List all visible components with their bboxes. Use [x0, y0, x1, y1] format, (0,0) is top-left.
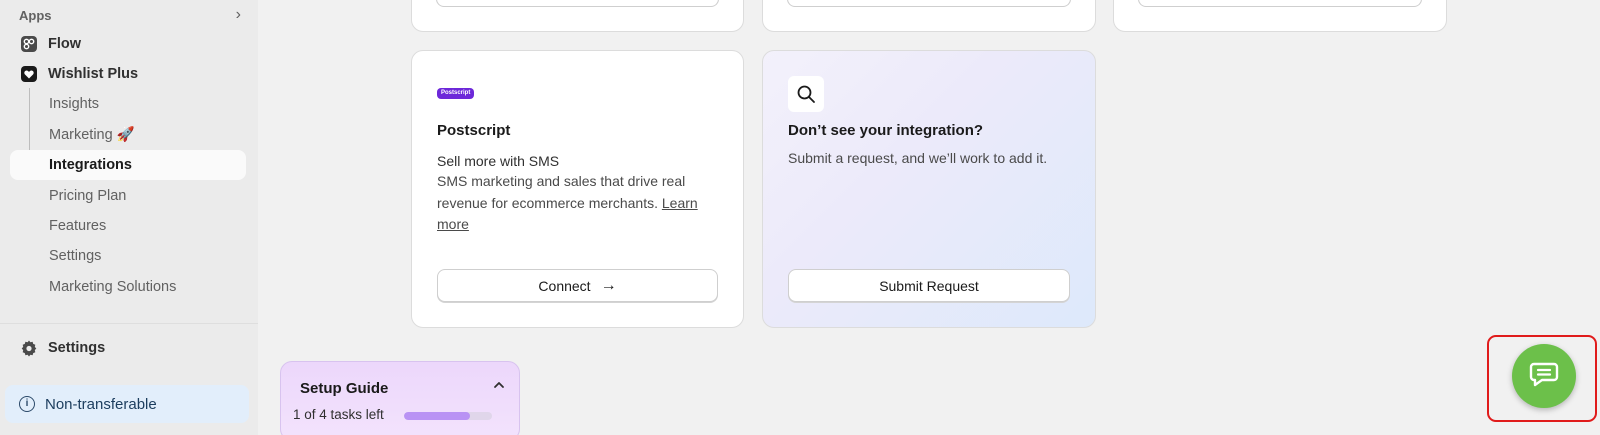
sidebar-item-features[interactable]: Features	[10, 211, 246, 241]
card-button-edge[interactable]	[1138, 0, 1422, 7]
heart-icon	[20, 65, 38, 83]
sidebar-item-label: Marketing 🚀	[49, 126, 135, 143]
card-description-text: SMS marketing and sales that drive real …	[437, 173, 686, 211]
request-integration-card: Don’t see your integration? Submit a req…	[762, 50, 1096, 328]
sidebar-item-settings[interactable]: Settings	[10, 333, 246, 363]
card-title: Don’t see your integration?	[788, 122, 984, 139]
arrow-right-icon: →	[600, 276, 617, 294]
non-transferable-label: Non-transferable	[45, 395, 157, 413]
sidebar: Apps › Flow Wishlist Plus Insights Marke…	[0, 0, 258, 435]
card-button-edge[interactable]	[787, 0, 1071, 7]
card-button-edge[interactable]	[436, 0, 719, 7]
info-icon: i	[19, 396, 35, 412]
chat-icon	[1529, 361, 1559, 392]
submit-request-button[interactable]: Submit Request	[788, 269, 1070, 302]
sidebar-item-label: Pricing Plan	[49, 188, 127, 204]
card-description: Submit a request, and we’ll work to add …	[788, 150, 1048, 166]
card-description: SMS marketing and sales that drive real …	[437, 171, 722, 236]
postscript-logo: Postscript	[437, 88, 475, 99]
setup-guide[interactable]: Setup Guide 1 of 4 tasks left	[280, 361, 520, 435]
sidebar-divider	[0, 323, 258, 324]
sidebar-item-label: Integrations	[49, 157, 132, 173]
connect-button-label: Connect	[538, 277, 591, 294]
non-transferable-badge[interactable]: i Non-transferable	[5, 385, 249, 423]
progress-fill	[404, 412, 470, 420]
sidebar-item-marketing[interactable]: Marketing 🚀	[10, 119, 246, 149]
apps-header[interactable]: Apps ›	[19, 6, 241, 24]
sidebar-item-pricing-plan[interactable]: Pricing Plan	[10, 181, 246, 211]
integration-card-stub	[1113, 0, 1447, 32]
sidebar-item-label: Marketing Solutions	[49, 279, 177, 295]
sidebar-item-label: Settings	[49, 248, 102, 264]
chevron-right-icon[interactable]: ›	[236, 6, 241, 24]
setup-guide-tasks: 1 of 4 tasks left	[293, 407, 384, 422]
integration-card-stub	[411, 0, 744, 32]
gear-icon	[20, 339, 38, 357]
sidebar-item-label: Flow	[48, 36, 82, 52]
integration-card-stub	[762, 0, 1096, 32]
sidebar-item-flow[interactable]: Flow	[10, 29, 246, 59]
setup-guide-progress	[404, 412, 492, 420]
sidebar-item-label: Wishlist Plus	[48, 66, 139, 82]
chat-launcher-button[interactable]	[1512, 344, 1576, 408]
submit-request-label: Submit Request	[879, 277, 979, 294]
sidebar-item-integrations[interactable]: Integrations	[10, 150, 246, 180]
search-icon	[788, 76, 824, 112]
chevron-up-icon[interactable]	[493, 378, 505, 394]
sidebar-item-app-settings[interactable]: Settings	[10, 241, 246, 271]
card-title: Postscript	[437, 122, 511, 139]
sidebar-item-label: Settings	[48, 340, 106, 356]
sidebar-item-insights[interactable]: Insights	[10, 89, 246, 119]
flow-icon	[20, 35, 38, 53]
sidebar-item-label: Features	[49, 218, 107, 234]
sidebar-item-wishlist-plus[interactable]: Wishlist Plus	[10, 59, 246, 89]
setup-guide-title: Setup Guide	[300, 380, 389, 397]
card-subtitle: Sell more with SMS	[437, 153, 560, 169]
connect-button[interactable]: Connect →	[437, 269, 718, 302]
postscript-card: Postscript Postscript Sell more with SMS…	[411, 50, 744, 328]
sidebar-item-marketing-solutions[interactable]: Marketing Solutions	[10, 272, 246, 302]
apps-label: Apps	[19, 7, 52, 23]
sidebar-item-label: Insights	[49, 96, 99, 112]
